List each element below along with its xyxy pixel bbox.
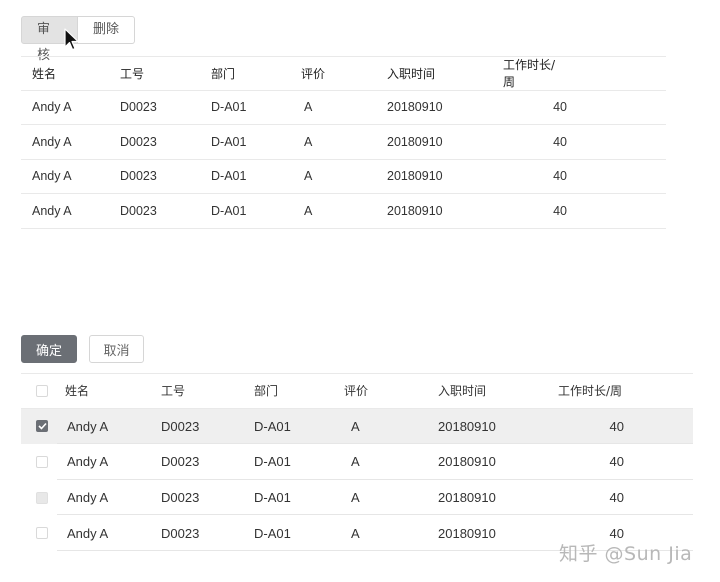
cell-rating: A: [304, 100, 313, 115]
row-checkbox: [36, 491, 48, 504]
table-row: Andy A D0023 D-A01 A 20180910 40: [21, 160, 666, 194]
row-select-cell: [36, 444, 48, 480]
cell-department: D-A01: [211, 100, 247, 115]
select-all-checkbox[interactable]: [36, 384, 48, 397]
cell-hours-per-week: 40: [553, 100, 567, 115]
table-header: 姓名 工号 部门 评价 入职时间 工作时长/周: [21, 373, 693, 409]
cell-department: D-A01: [254, 454, 291, 470]
cell-hours-per-week: 40: [553, 134, 567, 149]
header-id: 工号: [161, 384, 186, 399]
cell-department: D-A01: [254, 525, 291, 541]
row-select-cell: [36, 409, 48, 445]
watermark: 知乎 @Sun Jia: [559, 543, 693, 565]
cell-name: Andy A: [32, 134, 72, 149]
select-all-cell: [36, 374, 48, 408]
cancel-button[interactable]: 取消: [89, 335, 144, 363]
selectable-employee-table: 姓名 工号 部门 评价 入职时间 工作时长/周 Andy A D0023 D-A01…: [21, 373, 693, 551]
cell-id: D0023: [120, 169, 157, 184]
cell-department: D-A01: [211, 169, 247, 184]
cell-rating: A: [351, 454, 360, 470]
header-rating: 评价: [301, 66, 326, 81]
cell-name: Andy A: [67, 490, 109, 506]
cell-id: D0023: [161, 418, 200, 434]
cell-hours-per-week: 40: [553, 203, 567, 218]
cell-hire-date: 20180910: [387, 134, 443, 149]
cell-name: Andy A: [32, 169, 72, 184]
table-row: Andy A D0023 D-A01 A 20180910 40: [21, 194, 666, 229]
row-select-cell: [36, 515, 48, 551]
cell-hours-per-week: 40: [553, 169, 567, 184]
cell-rating: A: [351, 490, 360, 506]
cell-hire-date: 20180910: [387, 203, 443, 218]
header-hire-date: 入职时间: [438, 384, 487, 399]
cell-name: Andy A: [32, 203, 72, 218]
cell-rating: A: [304, 134, 313, 149]
delete-button[interactable]: 删除: [78, 16, 135, 44]
checkmark-icon: [37, 423, 47, 431]
cell-department: D-A01: [211, 203, 247, 218]
cell-department: D-A01: [254, 490, 291, 506]
cell-hire-date: 20180910: [387, 100, 443, 115]
header-id: 工号: [120, 66, 145, 81]
header-name: 姓名: [65, 384, 90, 399]
cell-name: Andy A: [67, 525, 109, 541]
header-name: 姓名: [32, 66, 57, 81]
mouse-pointer-icon: [64, 28, 79, 51]
header-rating: 评价: [344, 384, 369, 399]
header-hours-per-week: 工作时长/周: [503, 58, 556, 90]
header-hours-per-week: 工作时长/周: [558, 384, 623, 399]
cell-rating: A: [351, 418, 360, 434]
cell-id: D0023: [161, 525, 200, 541]
cell-rating: A: [304, 169, 313, 184]
cell-rating: A: [351, 525, 360, 541]
table-header: 姓名 工号 部门 评价 入职时间 工作时长/周: [21, 56, 666, 91]
table-row[interactable]: Andy A D0023 D-A01 A 20180910 40: [21, 408, 693, 445]
page: 审核 删除 姓名 工号 部门 评价 入职时间 工作时长/周 Andy A D002…: [0, 0, 720, 582]
confirm-button[interactable]: 确定: [21, 335, 77, 363]
cell-hire-date: 20180910: [438, 490, 496, 506]
cell-hours-per-week: 40: [609, 418, 624, 434]
cell-hire-date: 20180910: [387, 169, 443, 184]
row-checkbox-checked[interactable]: [36, 420, 48, 433]
cell-name: Andy A: [67, 454, 109, 470]
cell-rating: A: [304, 203, 313, 218]
table-row: Andy A D0023 D-A01 A 20180910 40: [21, 125, 666, 160]
cell-id: D0023: [161, 454, 200, 470]
cell-department: D-A01: [211, 134, 247, 149]
table-row: Andy A D0023 D-A01 A 20180910 40: [21, 91, 666, 125]
cell-hire-date: 20180910: [438, 418, 496, 434]
cell-hire-date: 20180910: [438, 454, 496, 470]
row-select-cell: [36, 480, 48, 516]
cell-id: D0023: [120, 134, 157, 149]
header-hire-date: 入职时间: [387, 66, 436, 81]
cell-id: D0023: [120, 100, 157, 115]
row-checkbox[interactable]: [36, 455, 48, 468]
cell-name: Andy A: [32, 100, 72, 115]
cell-id: D0023: [161, 490, 200, 506]
cell-hours-per-week: 40: [609, 454, 624, 470]
header-department: 部门: [211, 66, 236, 81]
table-row[interactable]: Andy A D0023 D-A01 A 20180910 40: [21, 480, 693, 516]
row-checkbox[interactable]: [36, 527, 48, 540]
cell-name: Andy A: [67, 418, 109, 434]
cell-id: D0023: [120, 203, 157, 218]
header-department: 部门: [254, 384, 279, 399]
employee-table: 姓名 工号 部门 评价 入职时间 工作时长/周 Andy A D0023 D-A01…: [21, 56, 666, 229]
table-row[interactable]: Andy A D0023 D-A01 A 20180910 40: [21, 444, 693, 480]
cell-department: D-A01: [254, 418, 291, 434]
cell-hours-per-week: 40: [609, 490, 624, 506]
cell-hire-date: 20180910: [438, 525, 496, 541]
